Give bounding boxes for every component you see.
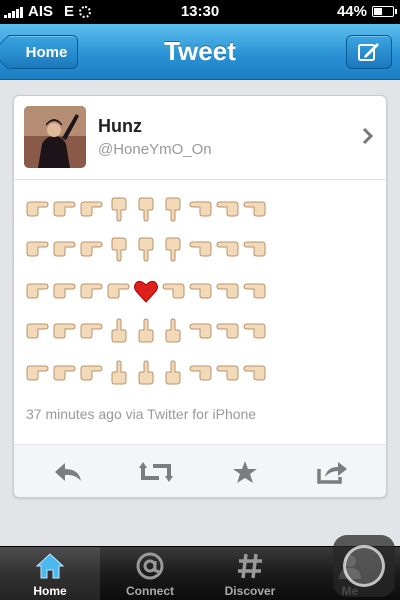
- tab-connect[interactable]: Connect: [100, 547, 200, 600]
- nav-bar: Home Tweet: [0, 24, 400, 80]
- point-right-emoji-icon: [78, 196, 105, 222]
- point-up-emoji-icon: [159, 318, 186, 344]
- point-left-emoji-icon: [213, 236, 240, 262]
- tweet-card: Hunz @HoneYmO_On 37 minutes ago via Twit…: [13, 95, 387, 498]
- point-up-emoji-icon: [132, 360, 159, 386]
- point-right-emoji-icon: [51, 278, 78, 304]
- point-down-emoji-icon: [132, 196, 159, 222]
- share-icon: [317, 462, 347, 484]
- point-right-emoji-icon: [51, 360, 78, 386]
- compose-button[interactable]: [346, 35, 392, 69]
- tab-home[interactable]: Home: [0, 547, 100, 600]
- point-right-emoji-icon: [51, 196, 78, 222]
- point-right-emoji-icon: [78, 278, 105, 304]
- point-right-emoji-icon: [51, 236, 78, 262]
- point-left-emoji-icon: [159, 278, 186, 304]
- emoji-row: [24, 195, 267, 223]
- point-up-emoji-icon: [132, 318, 159, 344]
- point-down-emoji-icon: [159, 196, 186, 222]
- point-left-emoji-icon: [186, 278, 213, 304]
- hash-icon: [238, 553, 262, 579]
- point-right-emoji-icon: [78, 236, 105, 262]
- point-left-emoji-icon: [186, 196, 213, 222]
- reply-icon: [55, 463, 81, 481]
- point-left-emoji-icon: [186, 236, 213, 262]
- point-right-emoji-icon: [78, 318, 105, 344]
- point-left-emoji-icon: [186, 318, 213, 344]
- at-icon: [136, 552, 164, 580]
- emoji-row: [24, 235, 267, 263]
- point-down-emoji-icon: [105, 196, 132, 222]
- point-right-emoji-icon: [24, 236, 51, 262]
- point-down-emoji-icon: [105, 236, 132, 262]
- point-left-emoji-icon: [186, 360, 213, 386]
- status-bar: AIS E 13:30 44%: [0, 0, 400, 24]
- point-right-emoji-icon: [51, 318, 78, 344]
- battery-percent: 44%: [336, 3, 367, 20]
- emoji-row: [24, 317, 267, 345]
- point-down-emoji-icon: [159, 236, 186, 262]
- point-right-emoji-icon: [24, 278, 51, 304]
- author-name: Hunz: [98, 116, 142, 136]
- point-right-emoji-icon: [105, 278, 132, 304]
- point-left-emoji-icon: [213, 360, 240, 386]
- avatar[interactable]: [24, 106, 86, 168]
- favorite-icon: [233, 461, 257, 483]
- point-right-emoji-icon: [24, 196, 51, 222]
- home-icon: [35, 553, 65, 579]
- emoji-row: [24, 277, 267, 305]
- tweet-meta: 37 minutes ago via Twitter for iPhone: [26, 406, 257, 422]
- heart-emoji-icon: [132, 278, 159, 304]
- retweet-button[interactable]: [136, 457, 176, 487]
- tab-discover[interactable]: Discover: [200, 547, 300, 600]
- point-left-emoji-icon: [240, 196, 267, 222]
- assistive-touch-button[interactable]: [333, 535, 395, 597]
- point-right-emoji-icon: [78, 360, 105, 386]
- tab-discover-label: Discover: [224, 584, 276, 598]
- emoji-row: [24, 359, 267, 387]
- point-left-emoji-icon: [213, 278, 240, 304]
- tab-home-label: Home: [33, 584, 67, 598]
- share-button[interactable]: [312, 457, 352, 487]
- point-down-emoji-icon: [132, 236, 159, 262]
- favorite-button[interactable]: [225, 457, 265, 487]
- point-up-emoji-icon: [105, 360, 132, 386]
- point-right-emoji-icon: [24, 360, 51, 386]
- battery-icon: [372, 6, 397, 17]
- compose-icon: [358, 43, 379, 61]
- point-up-emoji-icon: [159, 360, 186, 386]
- chevron-right-icon: [362, 127, 374, 145]
- point-left-emoji-icon: [240, 318, 267, 344]
- tab-connect-label: Connect: [126, 584, 174, 598]
- tweet-actions: [14, 444, 386, 497]
- point-up-emoji-icon: [105, 318, 132, 344]
- point-left-emoji-icon: [213, 318, 240, 344]
- point-right-emoji-icon: [24, 318, 51, 344]
- point-left-emoji-icon: [240, 360, 267, 386]
- assistive-touch-icon: [343, 545, 385, 587]
- point-left-emoji-icon: [240, 236, 267, 262]
- point-left-emoji-icon: [213, 196, 240, 222]
- page-title: Tweet: [164, 36, 236, 66]
- point-left-emoji-icon: [240, 278, 267, 304]
- tweet-author-row[interactable]: Hunz @HoneYmO_On: [14, 96, 386, 180]
- author-handle: @HoneYmO_On: [98, 141, 212, 158]
- retweet-icon: [139, 462, 173, 482]
- reply-button[interactable]: [48, 457, 88, 487]
